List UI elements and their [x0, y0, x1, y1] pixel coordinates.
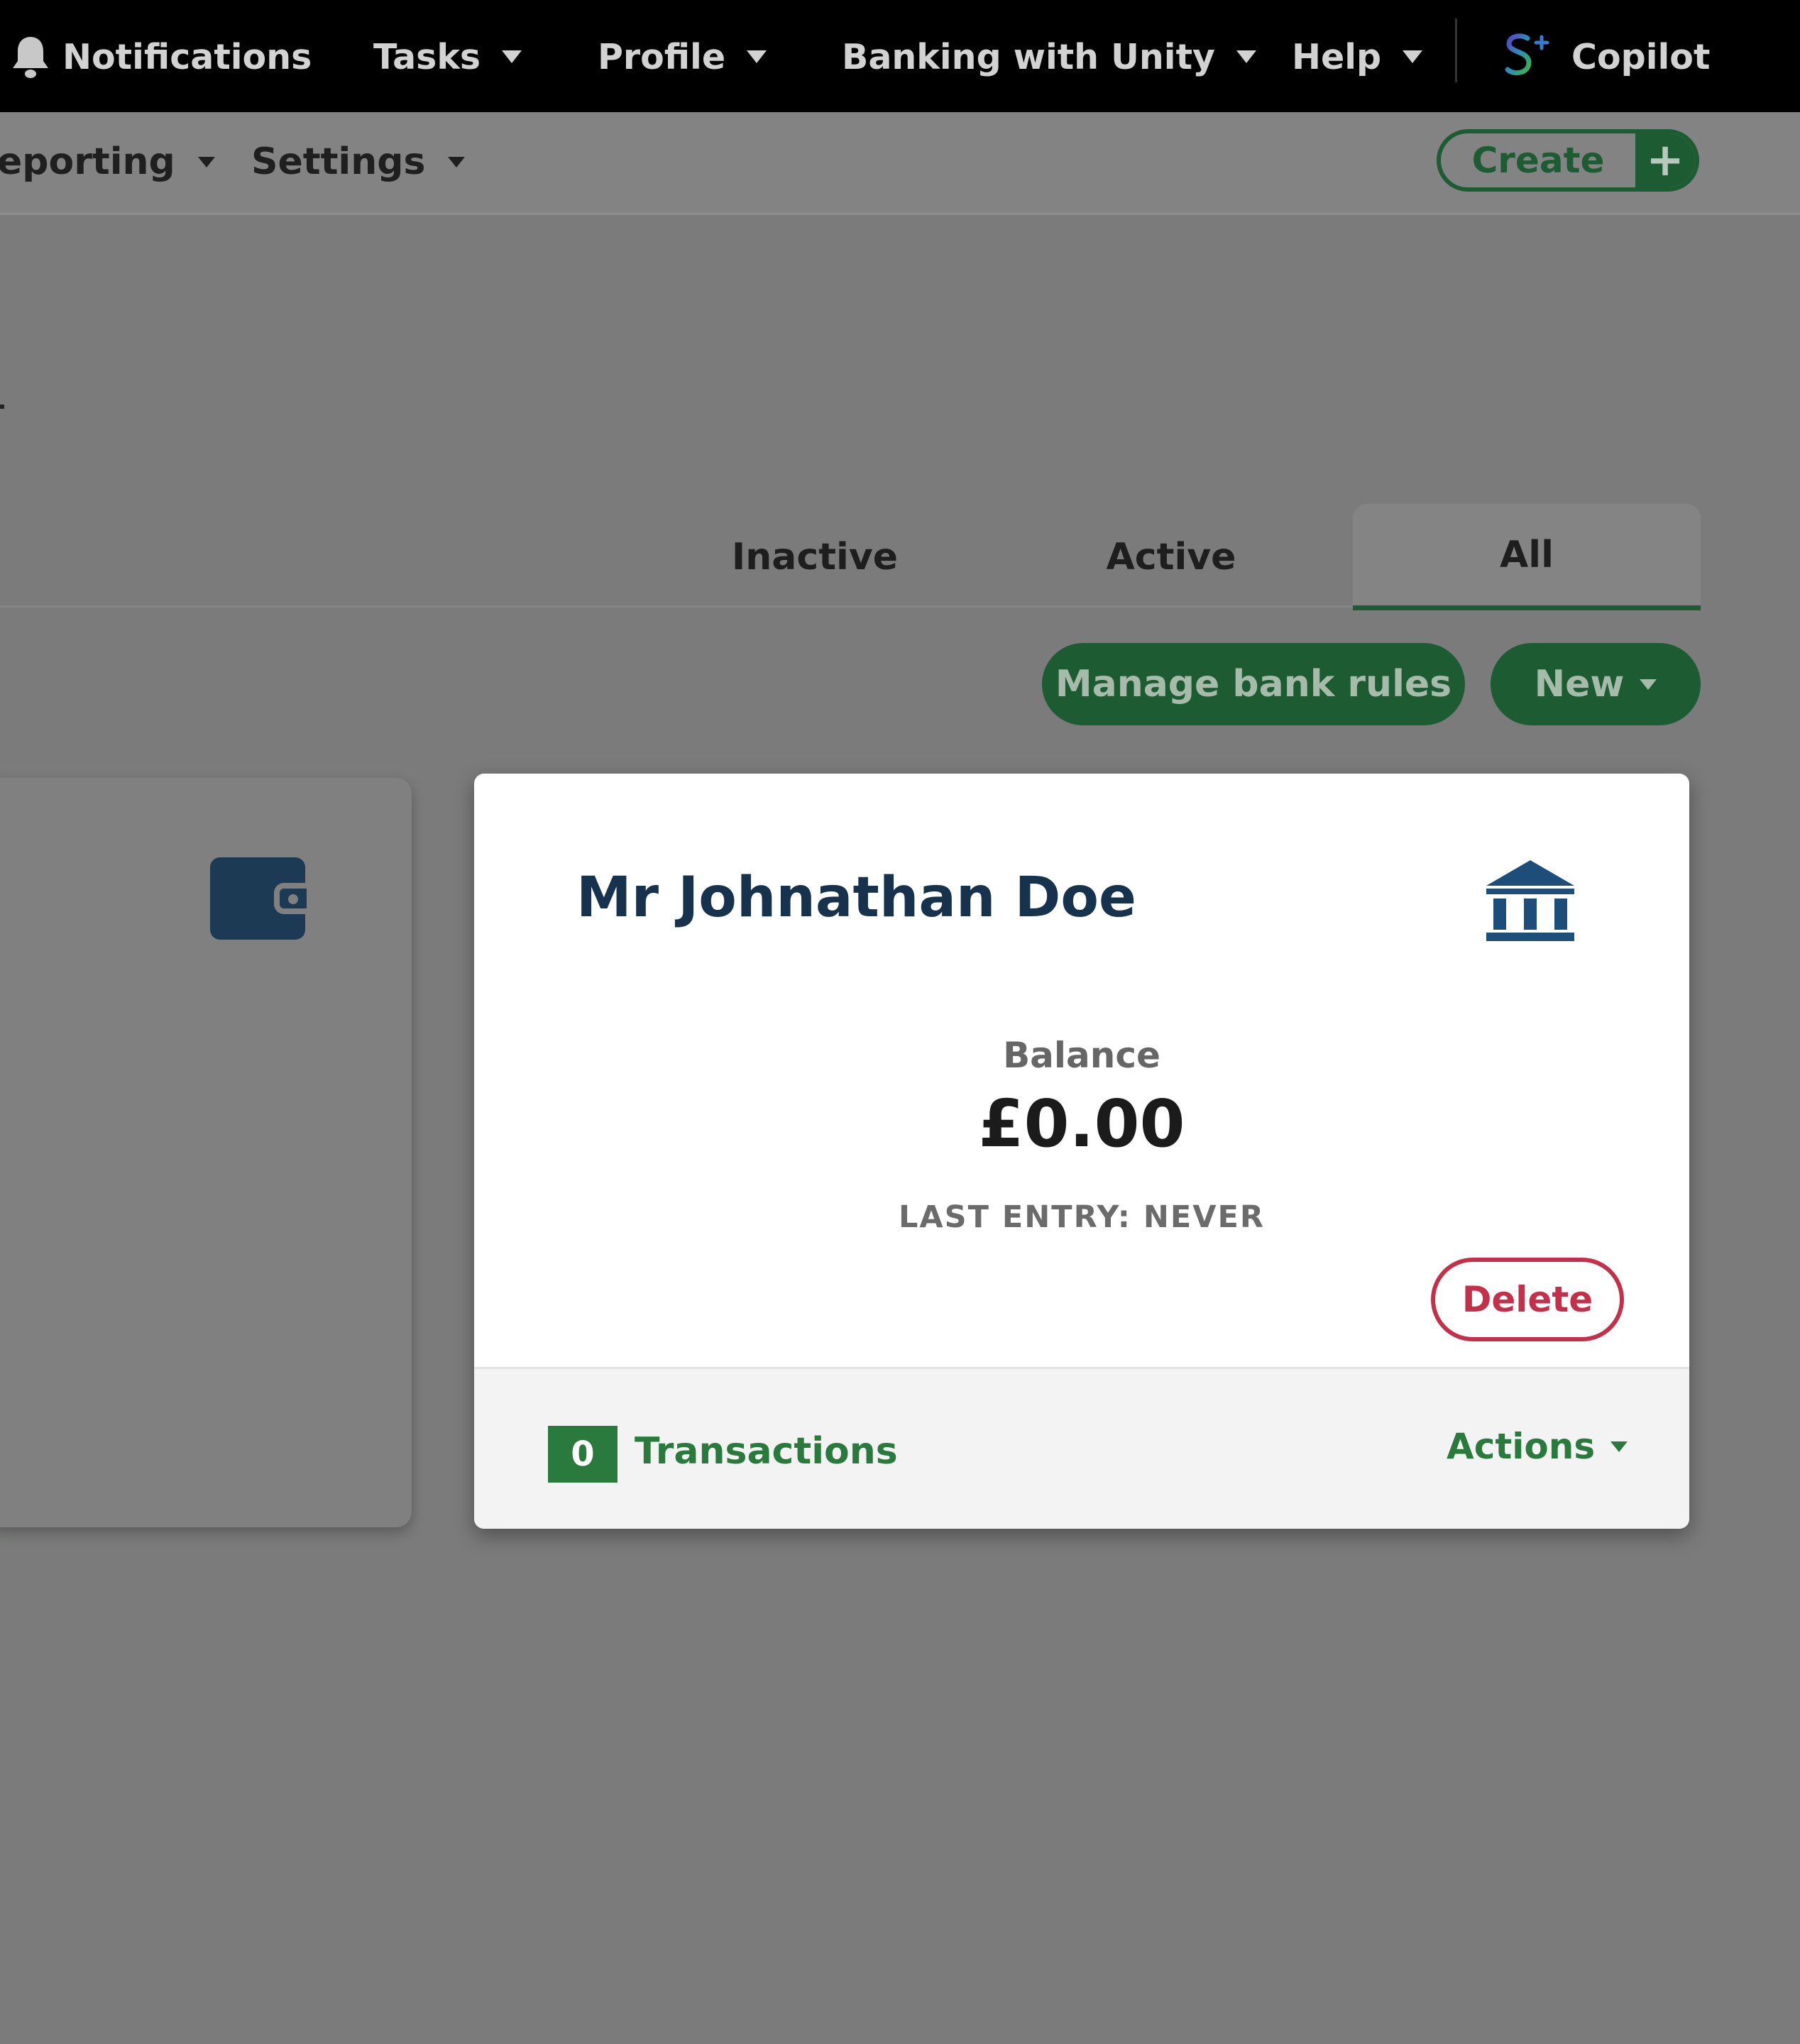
transactions-link[interactable]: Transactions: [635, 1430, 898, 1473]
tab-active[interactable]: Active: [1066, 504, 1276, 610]
copilot-button[interactable]: Copilot: [1499, 33, 1711, 79]
account-card-footer: 0 Transactions Actions: [474, 1367, 1689, 1529]
balance-amount: £0.00: [978, 1086, 1185, 1162]
tab-all[interactable]: All: [1353, 504, 1701, 610]
account-name[interactable]: Mr Johnathan Doe: [576, 866, 1136, 930]
profile-menu[interactable]: Profile: [598, 34, 767, 79]
reporting-label: eporting: [0, 141, 175, 183]
tab-inactive[interactable]: Inactive: [710, 504, 920, 610]
profile-label: Profile: [598, 36, 726, 77]
new-label: New: [1534, 663, 1625, 705]
tab-label: Inactive: [731, 536, 899, 578]
actions-dropdown[interactable]: Actions: [1447, 1426, 1628, 1467]
caret-down-icon: [448, 156, 466, 167]
copilot-icon: [1499, 28, 1553, 85]
account-card-dimmed: [0, 778, 412, 1527]
balance-label: Balance: [1003, 1035, 1160, 1076]
banking-label: Banking with Unity: [842, 36, 1215, 77]
last-entry-text: LAST ENTRY: NEVER: [898, 1199, 1266, 1235]
top-navigation-bar: Notifications Tasks Profile Banking with…: [0, 0, 1800, 112]
caret-down-icon: [1640, 678, 1657, 690]
plus-icon: +: [1635, 133, 1695, 187]
copilot-label: Copilot: [1571, 36, 1711, 77]
notifications-label: Notifications: [62, 36, 312, 77]
delete-button[interactable]: Delete: [1431, 1258, 1624, 1341]
bell-icon: [10, 34, 51, 79]
notifications-menu[interactable]: Notifications: [10, 34, 312, 79]
settings-menu[interactable]: Settings: [251, 139, 466, 185]
tasks-label: Tasks: [373, 36, 481, 77]
create-button[interactable]: Create +: [1437, 129, 1699, 192]
page-fragment: [0, 405, 4, 409]
caret-down-icon: [502, 50, 522, 63]
caret-down-icon: [1236, 50, 1256, 63]
tab-label: All: [1500, 533, 1554, 576]
help-menu[interactable]: Help: [1292, 34, 1423, 79]
caret-down-icon: [747, 50, 767, 63]
nav-divider: [1455, 18, 1457, 82]
transaction-count-badge: 0: [548, 1426, 618, 1483]
manage-bank-rules-button[interactable]: Manage bank rules: [1042, 643, 1465, 725]
delete-label: Delete: [1461, 1279, 1593, 1320]
tab-label: Active: [1106, 536, 1236, 578]
create-label: Create: [1471, 140, 1605, 181]
actions-label: Actions: [1447, 1426, 1596, 1467]
account-card: Mr Johnathan Doe Balance £0.00 LAST ENTR…: [474, 774, 1689, 1529]
banking-menu[interactable]: Banking with Unity: [842, 34, 1256, 79]
account-filter-tabs: Inactive Active All: [0, 504, 1701, 610]
caret-down-icon: [1610, 1441, 1628, 1452]
reporting-menu[interactable]: eporting: [0, 139, 215, 185]
bank-icon: [1483, 857, 1577, 944]
tasks-menu[interactable]: Tasks: [373, 34, 522, 79]
settings-label: Settings: [251, 141, 426, 183]
wallet-icon: [210, 857, 307, 940]
caret-down-icon: [1403, 50, 1423, 63]
help-label: Help: [1292, 36, 1382, 77]
new-button[interactable]: New: [1491, 643, 1701, 725]
caret-down-icon: [197, 156, 215, 167]
manage-rules-label: Manage bank rules: [1055, 663, 1452, 705]
